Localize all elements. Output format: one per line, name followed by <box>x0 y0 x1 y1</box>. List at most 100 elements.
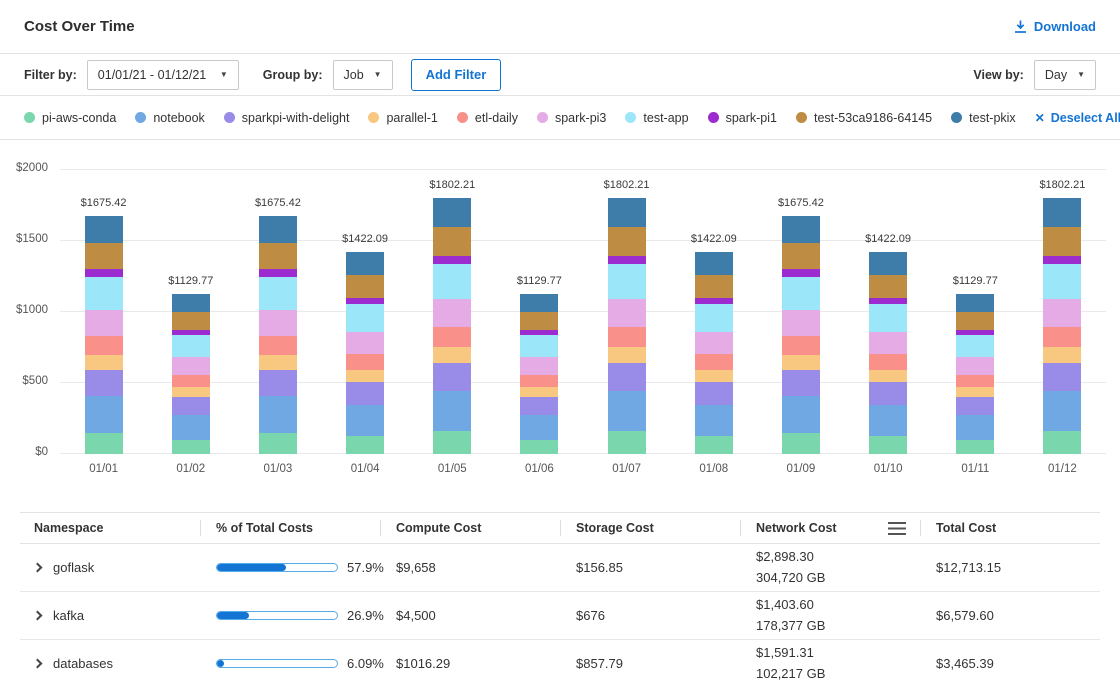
bar-segment-spark-pi1[interactable] <box>1043 256 1081 264</box>
legend-item-sparkpi-with-delight[interactable]: sparkpi-with-delight <box>224 111 350 125</box>
bar-segment-sparkpi-with-delight[interactable] <box>520 397 558 415</box>
bar-segment-spark-pi3[interactable] <box>869 332 907 354</box>
bar-segment-test-app[interactable] <box>695 304 733 332</box>
bar-segment-sparkpi-with-delight[interactable] <box>85 370 123 396</box>
bar-segment-etl-daily[interactable] <box>433 327 471 347</box>
stacked-bar-01/11[interactable] <box>956 294 994 454</box>
bar-segment-notebook[interactable] <box>608 391 646 431</box>
bar-segment-sparkpi-with-delight[interactable] <box>956 397 994 415</box>
bar-segment-parallel-1[interactable] <box>869 370 907 383</box>
bar-segment-etl-daily[interactable] <box>259 336 297 354</box>
expand-chevron-icon[interactable] <box>33 611 43 621</box>
group-by-select[interactable]: Job ▼ <box>333 60 393 90</box>
bar-segment-spark-pi1[interactable] <box>782 269 820 277</box>
bar-segment-spark-pi3[interactable] <box>608 299 646 327</box>
stacked-bar-01/05[interactable] <box>433 198 471 454</box>
bar-segment-pi-aws-conda[interactable] <box>172 440 210 454</box>
bar-segment-test-pkix[interactable] <box>608 198 646 227</box>
add-filter-button[interactable]: Add Filter <box>411 59 502 91</box>
stacked-bar-01/10[interactable] <box>869 252 907 454</box>
bar-segment-test-pkix[interactable] <box>85 216 123 243</box>
bar-segment-parallel-1[interactable] <box>259 355 297 370</box>
stacked-bar-01/04[interactable] <box>346 252 384 454</box>
bar-segment-sparkpi-with-delight[interactable] <box>869 382 907 404</box>
bar-segment-etl-daily[interactable] <box>85 336 123 354</box>
bar-segment-pi-aws-conda[interactable] <box>782 433 820 454</box>
bar-segment-sparkpi-with-delight[interactable] <box>608 363 646 391</box>
bar-segment-pi-aws-conda[interactable] <box>608 431 646 454</box>
bar-segment-sparkpi-with-delight[interactable] <box>1043 363 1081 391</box>
stacked-bar-01/06[interactable] <box>520 294 558 454</box>
bar-segment-parallel-1[interactable] <box>782 355 820 370</box>
bar-segment-notebook[interactable] <box>172 415 210 440</box>
bar-segment-parallel-1[interactable] <box>433 347 471 363</box>
stacked-bar-01/01[interactable] <box>85 216 123 454</box>
bar-segment-test-53ca9186-64145[interactable] <box>172 312 210 330</box>
bar-segment-test-53ca9186-64145[interactable] <box>956 312 994 330</box>
bar-segment-spark-pi3[interactable] <box>956 357 994 375</box>
bar-segment-test-app[interactable] <box>433 264 471 299</box>
bar-segment-etl-daily[interactable] <box>346 354 384 370</box>
view-by-select[interactable]: Day ▼ <box>1034 60 1096 90</box>
bar-segment-pi-aws-conda[interactable] <box>869 436 907 454</box>
bar-segment-test-53ca9186-64145[interactable] <box>782 243 820 269</box>
bar-segment-test-53ca9186-64145[interactable] <box>346 275 384 297</box>
stacked-bar-01/07[interactable] <box>608 198 646 454</box>
bar-segment-notebook[interactable] <box>520 415 558 440</box>
bar-segment-etl-daily[interactable] <box>1043 327 1081 347</box>
bar-segment-notebook[interactable] <box>956 415 994 440</box>
bar-segment-spark-pi1[interactable] <box>608 256 646 264</box>
bar-segment-test-53ca9186-64145[interactable] <box>520 312 558 330</box>
bar-segment-pi-aws-conda[interactable] <box>433 431 471 454</box>
bar-segment-spark-pi3[interactable] <box>172 357 210 375</box>
bar-segment-sparkpi-with-delight[interactable] <box>782 370 820 396</box>
legend-item-pi-aws-conda[interactable]: pi-aws-conda <box>24 111 116 125</box>
stacked-bar-01/03[interactable] <box>259 216 297 454</box>
stacked-bar-01/02[interactable] <box>172 294 210 454</box>
bar-segment-spark-pi3[interactable] <box>1043 299 1081 327</box>
bar-segment-test-53ca9186-64145[interactable] <box>1043 227 1081 255</box>
bar-segment-notebook[interactable] <box>346 405 384 436</box>
bar-segment-parallel-1[interactable] <box>520 387 558 397</box>
bar-segment-parallel-1[interactable] <box>956 387 994 397</box>
bar-segment-spark-pi3[interactable] <box>520 357 558 375</box>
date-range-select[interactable]: 01/01/21 - 01/12/21 ▼ <box>87 60 239 90</box>
bar-segment-sparkpi-with-delight[interactable] <box>259 370 297 396</box>
bar-segment-etl-daily[interactable] <box>608 327 646 347</box>
stacked-bar-01/12[interactable] <box>1043 198 1081 454</box>
bar-segment-spark-pi3[interactable] <box>782 310 820 336</box>
legend-item-etl-daily[interactable]: etl-daily <box>457 111 518 125</box>
bar-segment-test-app[interactable] <box>956 335 994 357</box>
bar-segment-spark-pi1[interactable] <box>259 269 297 277</box>
bar-segment-test-app[interactable] <box>1043 264 1081 299</box>
bar-segment-notebook[interactable] <box>782 396 820 433</box>
bar-segment-test-pkix[interactable] <box>259 216 297 243</box>
legend-item-notebook[interactable]: notebook <box>135 111 204 125</box>
bar-segment-spark-pi3[interactable] <box>85 310 123 336</box>
bar-segment-test-app[interactable] <box>608 264 646 299</box>
bar-segment-spark-pi3[interactable] <box>695 332 733 354</box>
bar-segment-parallel-1[interactable] <box>172 387 210 397</box>
bar-segment-test-app[interactable] <box>782 277 820 310</box>
bar-segment-spark-pi1[interactable] <box>869 298 907 305</box>
bar-segment-spark-pi1[interactable] <box>433 256 471 264</box>
bar-segment-pi-aws-conda[interactable] <box>346 436 384 454</box>
bar-segment-test-app[interactable] <box>869 304 907 332</box>
legend-item-parallel-1[interactable]: parallel-1 <box>368 111 437 125</box>
bar-segment-test-53ca9186-64145[interactable] <box>259 243 297 269</box>
bar-segment-parallel-1[interactable] <box>695 370 733 383</box>
column-menu-icon[interactable] <box>888 522 906 535</box>
bar-segment-parallel-1[interactable] <box>608 347 646 363</box>
expand-chevron-icon[interactable] <box>33 659 43 669</box>
bar-segment-test-app[interactable] <box>520 335 558 357</box>
bar-segment-notebook[interactable] <box>259 396 297 433</box>
bar-segment-test-app[interactable] <box>172 335 210 357</box>
bar-segment-spark-pi3[interactable] <box>259 310 297 336</box>
bar-segment-test-app[interactable] <box>259 277 297 310</box>
bar-segment-etl-daily[interactable] <box>956 375 994 388</box>
bar-segment-test-53ca9186-64145[interactable] <box>608 227 646 255</box>
bar-segment-test-pkix[interactable] <box>346 252 384 275</box>
bar-segment-notebook[interactable] <box>869 405 907 436</box>
bar-segment-test-app[interactable] <box>346 304 384 332</box>
bar-segment-test-pkix[interactable] <box>1043 198 1081 227</box>
